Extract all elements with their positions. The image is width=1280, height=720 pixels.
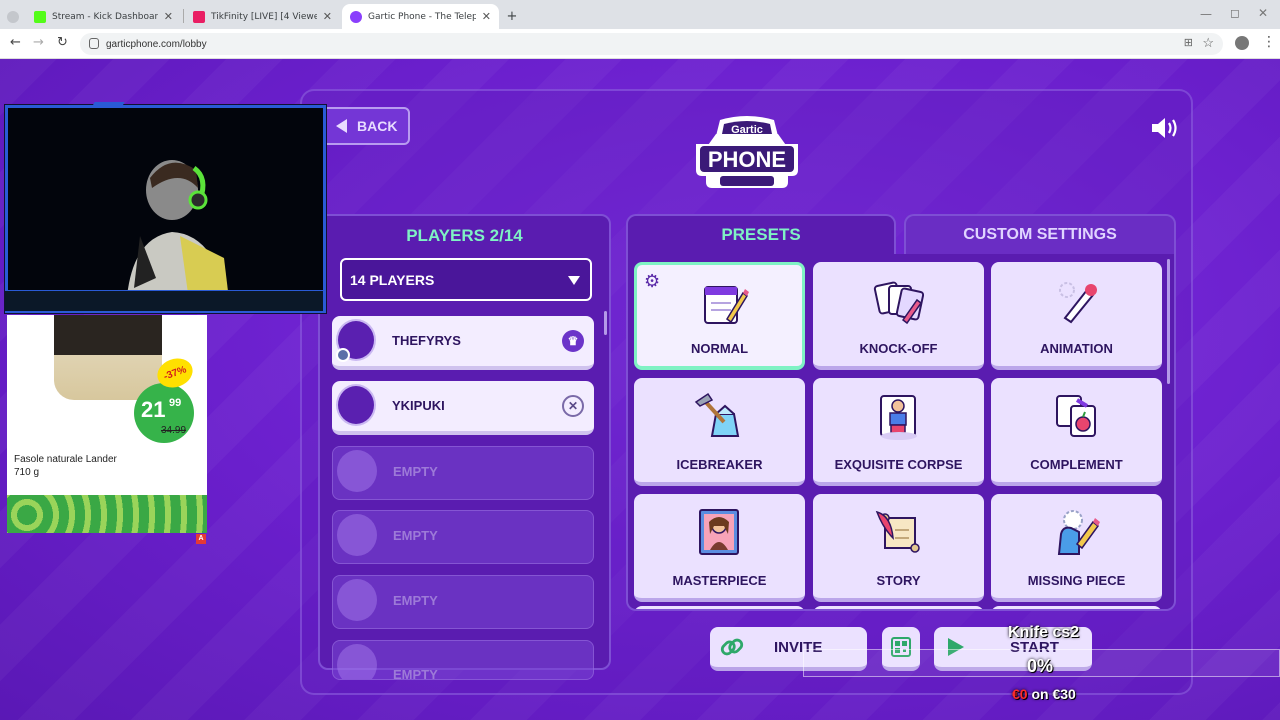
browser-toolbar: ← → ↻ garticphone.com/lobby ⊞ ☆ ⋮ [0, 29, 1280, 59]
preset-label: ICEBREAKER [676, 457, 763, 472]
empty-slot: EMPTY [332, 640, 594, 680]
pencil-icon [1059, 282, 1097, 324]
player-name: THEFYRYS [392, 333, 461, 348]
empty-slot: EMPTY [332, 510, 594, 564]
browser-menu-icon[interactable]: ⋮ [1262, 34, 1276, 50]
preset-label: STORY [876, 573, 921, 588]
scroll-quill-icon [875, 510, 920, 553]
goal-percent: 0% [1027, 656, 1054, 676]
hand-pencil-icon [1057, 510, 1100, 555]
preset-label: EXQUISITE CORPSE [834, 457, 963, 472]
preset-card-complement[interactable]: COMPLEMENT [991, 378, 1162, 486]
preset-card-icebreaker[interactable]: ICEBREAKER [634, 378, 805, 486]
tab-search-button[interactable] [6, 4, 20, 29]
minimize-icon[interactable]: — [1200, 7, 1212, 21]
empty-slot: EMPTY [332, 446, 594, 500]
gear-icon[interactable]: ⚙ [644, 271, 660, 292]
browser-tab-tikfinity[interactable]: TikFinity [LIVE] [4 Viewers] ✕ [185, 4, 340, 29]
back-button[interactable]: BACK [320, 107, 410, 145]
player-name: YKIPUKI [392, 398, 445, 413]
ad-pattern [7, 495, 207, 533]
back-triangle-icon [336, 119, 347, 133]
preset-card-knock-off[interactable]: KNOCK-OFF [813, 262, 984, 370]
kick-player-icon[interactable]: ✕ [562, 395, 584, 417]
new-tab-button[interactable]: + [503, 4, 521, 29]
preset-card-story[interactable]: STORY [813, 494, 984, 602]
player-row[interactable]: THEFYRYS ♛ [332, 316, 594, 370]
goal-title: Knife cs2 [1008, 624, 1080, 641]
max-players-select[interactable]: 14 PLAYERS [340, 258, 592, 301]
preset-card-exquisite-corpse[interactable]: EXQUISITE CORPSE [813, 378, 984, 486]
preset-label: NORMAL [690, 341, 749, 356]
svg-text:Gartic: Gartic [731, 124, 763, 136]
webcam-overlay [5, 102, 326, 313]
site-info-icon[interactable] [89, 38, 99, 49]
translate-icon[interactable]: ⊞ [1184, 36, 1193, 49]
ice-pick-icon [694, 392, 740, 437]
gartic-favicon-icon [350, 10, 362, 23]
empty-avatar-icon [337, 644, 377, 679]
players-scrollbar[interactable] [604, 311, 607, 335]
apple-cards-icon [1056, 395, 1096, 437]
preset-card-animation[interactable]: ANIMATION [991, 262, 1162, 370]
preset-card-masterpiece[interactable]: MASTERPIECE [634, 494, 805, 602]
back-arrow-icon[interactable]: ← [10, 35, 21, 50]
preset-label: COMPLEMENT [1030, 457, 1123, 472]
portrait-icon [699, 509, 739, 555]
tab-close-icon[interactable]: ✕ [482, 10, 491, 23]
browser-tab-kick[interactable]: Stream - Kick Dashboard ✕ [26, 4, 181, 29]
presets-scrollbar[interactable] [1167, 259, 1170, 384]
reload-icon[interactable]: ↻ [57, 35, 68, 50]
profile-avatar[interactable] [1235, 36, 1249, 50]
empty-avatar-icon [337, 514, 377, 556]
tikfinity-favicon-icon [193, 10, 205, 23]
price-badge: 21 99 34.99 [134, 383, 194, 443]
crown-icon: ♛ [562, 330, 584, 352]
preset-card-normal[interactable]: ⚙ NORMAL [634, 262, 805, 370]
empty-avatar-icon [337, 579, 377, 621]
forward-arrow-icon[interactable]: → [33, 35, 44, 50]
player-avatar [336, 384, 376, 426]
empty-avatar-icon [337, 450, 377, 492]
close-window-icon[interactable]: ✕ [1258, 6, 1268, 20]
goal-amount: €0 on €30 [1012, 686, 1076, 702]
preset-label: KNOCK-OFF [859, 341, 938, 356]
notebook-pencil-icon [704, 286, 749, 324]
tab-close-icon[interactable]: ✕ [164, 10, 173, 23]
tab-presets[interactable]: PRESETS [626, 214, 896, 254]
player-row[interactable]: YKIPUKI ✕ [332, 381, 594, 435]
players-panel: PLAYERS 2/14 14 PLAYERS THEFYRYS ♛ YKIPU… [318, 214, 611, 680]
tab-custom-settings[interactable]: CUSTOM SETTINGS [904, 214, 1176, 254]
preset-label: ANIMATION [1040, 341, 1113, 356]
sound-toggle-icon[interactable] [1150, 115, 1180, 141]
streamer-video [126, 160, 230, 308]
webcam-caption-bar [5, 290, 323, 311]
maximize-icon[interactable]: ◻ [1230, 6, 1240, 20]
empty-slot: EMPTY [332, 575, 594, 629]
product-name: Fasole naturale Lander 710 g [14, 454, 117, 478]
kick-favicon-icon [34, 10, 46, 23]
preset-card-missing-piece[interactable]: MISSING PIECE [991, 494, 1162, 602]
presets-grid: ⚙ NORMAL KNOCK-OFF ANIMATION ICEBREAKER … [626, 254, 1176, 611]
gartic-phone-logo: Gartic PHONE [696, 116, 798, 188]
host-icon [336, 348, 350, 362]
preset-label: MASTERPIECE [672, 573, 767, 588]
link-icon [720, 638, 744, 656]
cards-pencil-icon [873, 281, 925, 325]
tab-close-icon[interactable]: ✕ [323, 10, 332, 23]
address-bar[interactable]: garticphone.com/lobby ⊞ ☆ [80, 33, 1223, 55]
chevron-down-icon [568, 276, 580, 285]
svg-text:PHONE: PHONE [708, 147, 786, 172]
advertisement[interactable]: 21 99 34.99 -37% Fasole naturale Lander … [7, 315, 207, 533]
bookmark-star-icon[interactable]: ☆ [1202, 35, 1214, 51]
url-text: garticphone.com/lobby [106, 38, 207, 50]
players-count-title: PLAYERS 2/14 [406, 226, 523, 245]
figure-icon [880, 395, 917, 440]
ad-choice-icon[interactable]: A [196, 534, 206, 544]
preset-label: MISSING PIECE [1027, 573, 1126, 588]
browser-tab-bar: Stream - Kick Dashboard ✕ TikFinity [LIV… [0, 0, 1280, 29]
browser-tab-gartic[interactable]: Gartic Phone - The Telephone G ✕ [342, 4, 499, 29]
